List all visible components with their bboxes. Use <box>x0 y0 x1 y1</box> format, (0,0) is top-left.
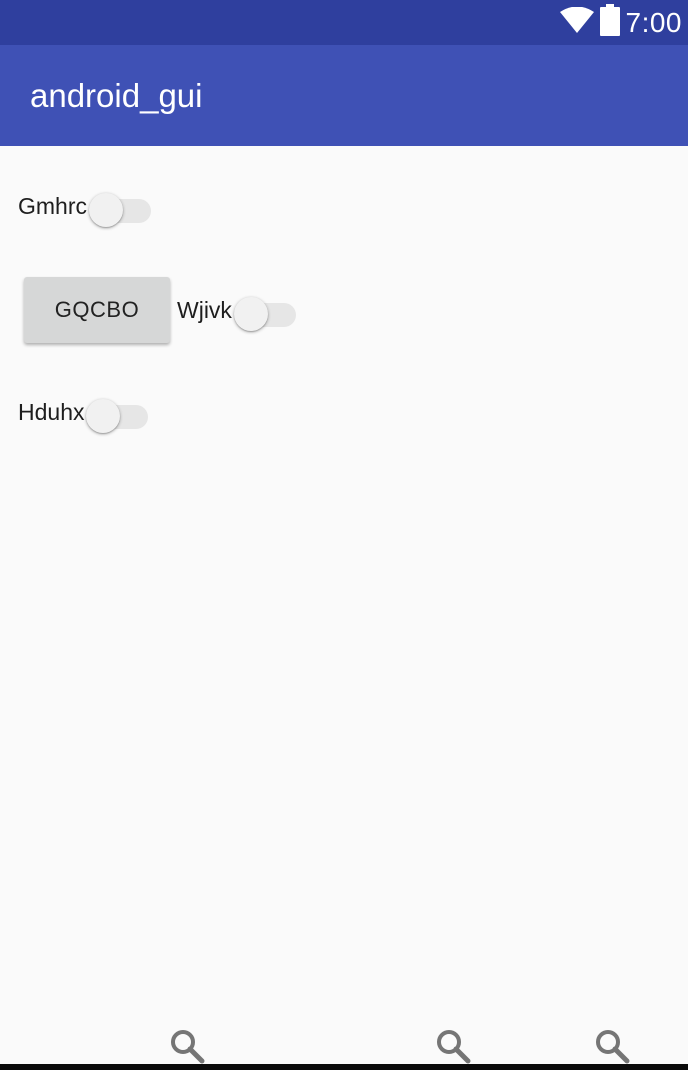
battery-icon <box>599 4 620 41</box>
bottom-edge <box>0 1064 688 1070</box>
content-area: Gmhrc GQCBO Wjivk Hduhx <box>0 146 688 1036</box>
switch-label-hduhx: Hduhx <box>18 398 85 425</box>
switch-label-wjivk: Wjivk <box>177 296 232 323</box>
switch-wjivk[interactable] <box>232 292 296 331</box>
app-title: android_gui <box>30 76 203 114</box>
switch-row-hduhx: Hduhx <box>18 394 149 433</box>
switch-row-gmhrc: Gmhrc <box>18 188 151 227</box>
gqcbo-button[interactable]: GQCBO <box>24 277 170 343</box>
switch-thumb <box>233 297 268 331</box>
wifi-icon <box>559 6 594 38</box>
switch-thumb <box>89 193 123 227</box>
row-gqcbo-wjivk: GQCBO Wjivk <box>24 277 296 343</box>
search-icon[interactable] <box>169 1028 205 1064</box>
switch-gmhrc[interactable] <box>87 188 151 227</box>
status-time: 7:00 <box>625 6 682 38</box>
switch-label-gmhrc: Gmhrc <box>18 192 87 219</box>
status-bar: 7:00 <box>0 0 688 45</box>
switch-hduhx[interactable] <box>84 394 149 433</box>
search-icon[interactable] <box>594 1028 630 1064</box>
search-icon[interactable] <box>435 1028 471 1064</box>
bottom-bar <box>0 1020 688 1070</box>
status-icons: 7:00 <box>559 0 683 45</box>
app-bar: android_gui <box>0 45 688 146</box>
